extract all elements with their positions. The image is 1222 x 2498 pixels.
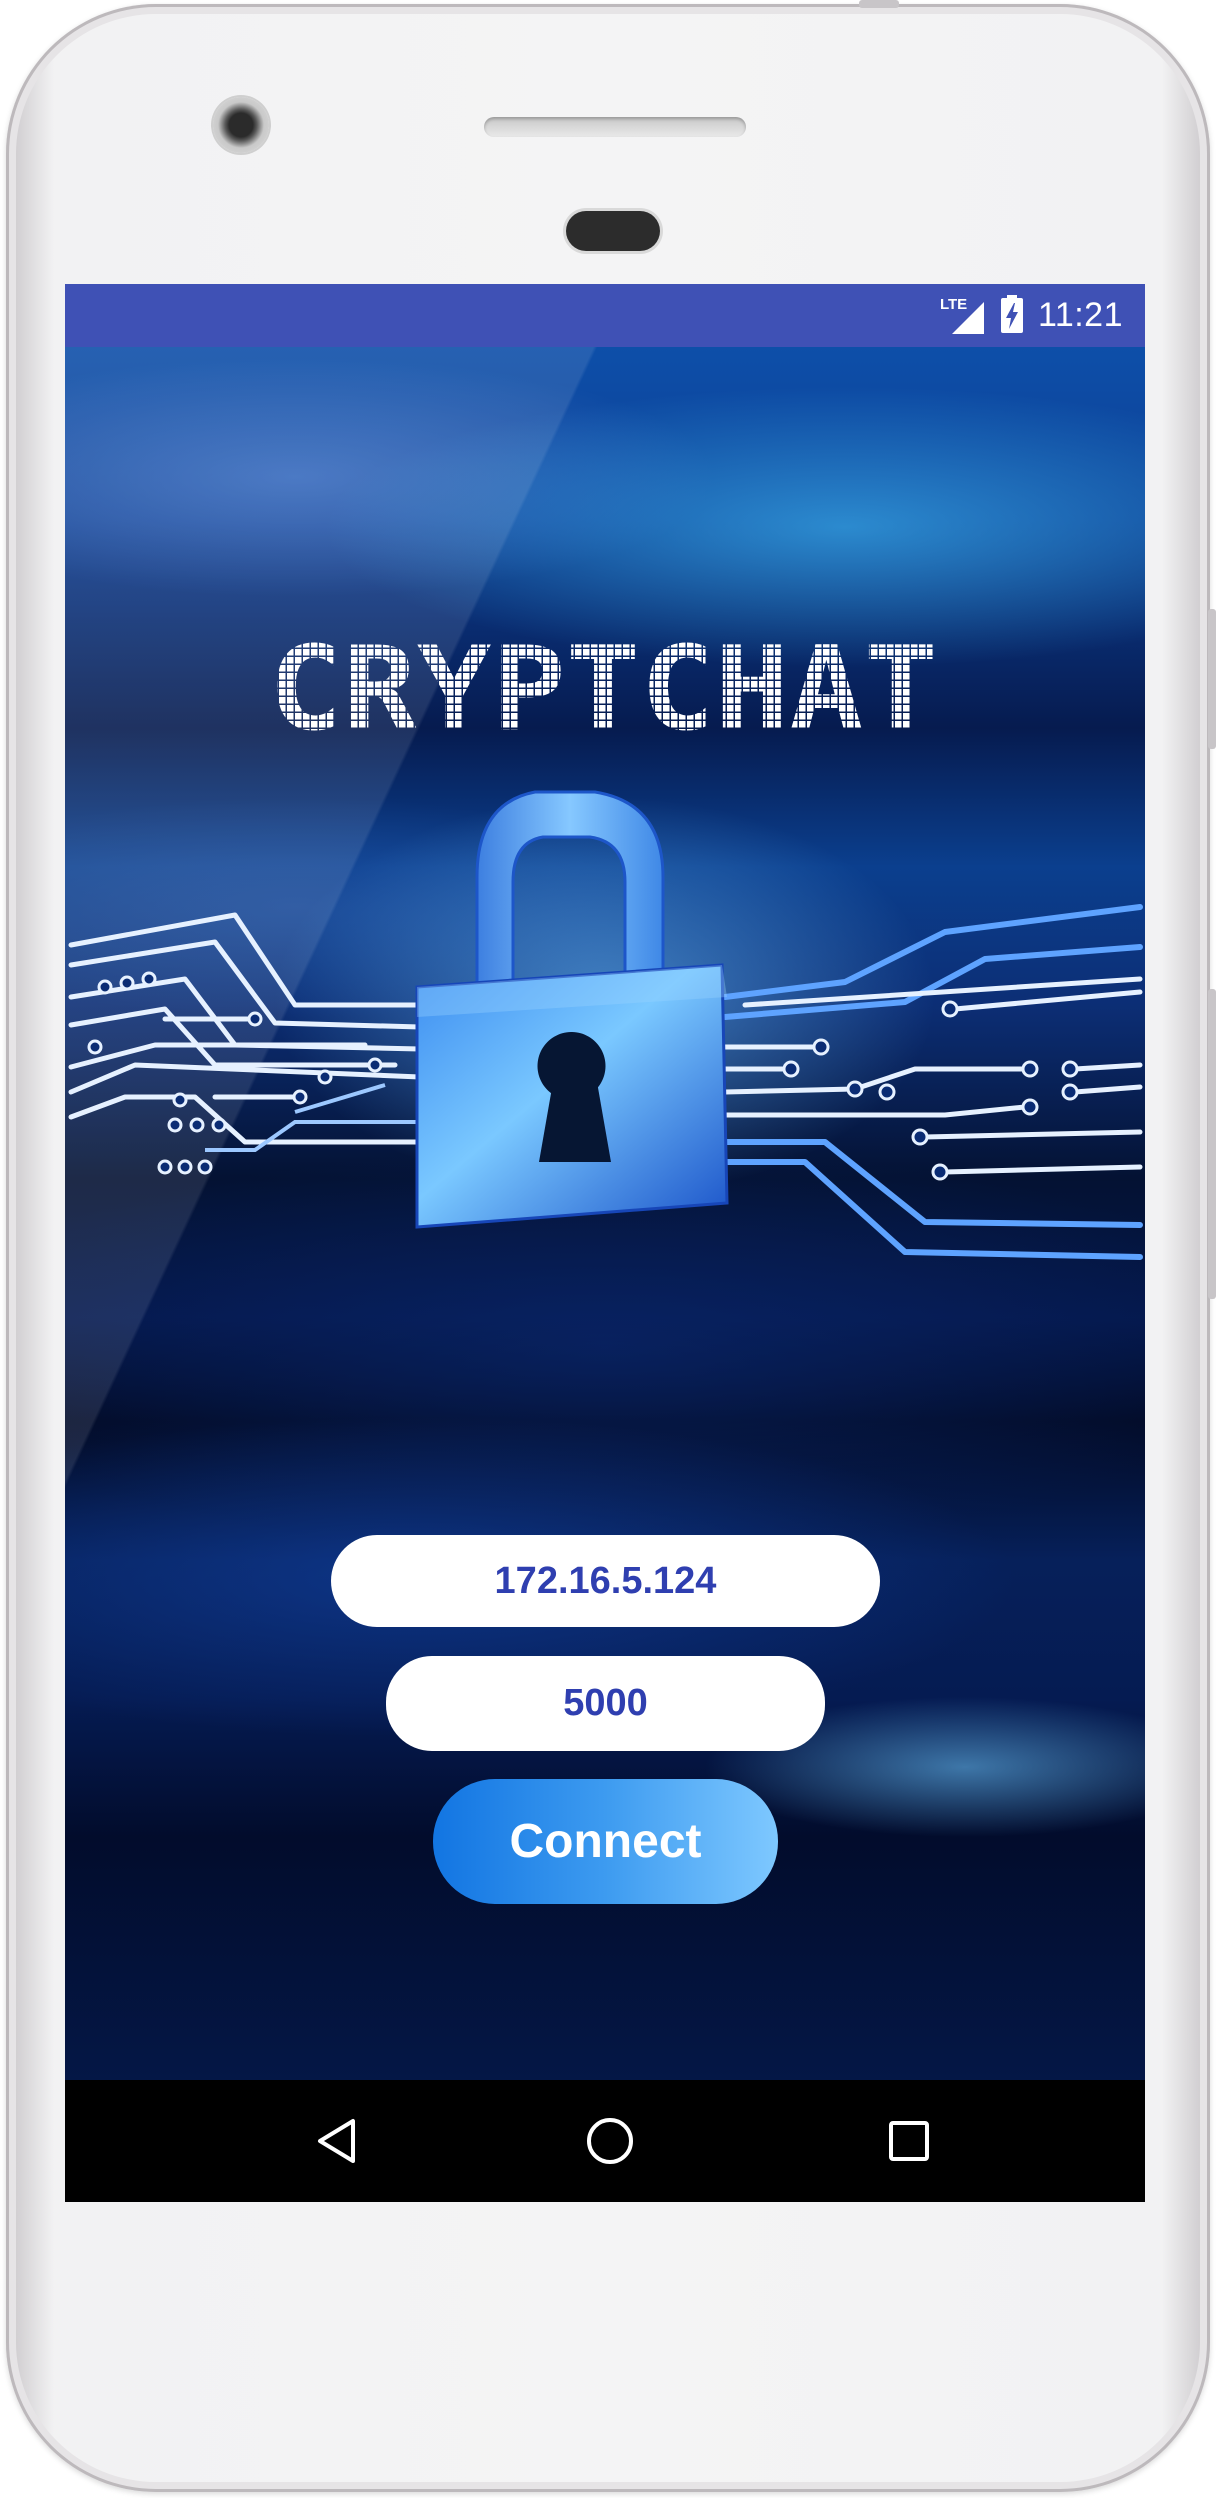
lte-signal-icon: LTE: [940, 296, 986, 336]
phone-screen: LTE 11:21 CRYPTCHAT 172.16.5.124 5000 Co…: [65, 284, 1145, 2202]
status-icons: LTE 11:21: [940, 284, 1123, 347]
status-time: 11:21: [1037, 296, 1123, 334]
navigation-bar: [65, 2080, 1145, 2202]
app-title-text: CRYPTCHAT: [268, 633, 938, 743]
recents-icon[interactable]: [879, 2111, 939, 2171]
front-camera: [213, 97, 269, 153]
status-bar: LTE 11:21: [65, 284, 1145, 347]
speaker-grille: [484, 117, 746, 137]
battery-charging-icon: [1000, 294, 1024, 338]
home-icon[interactable]: [580, 2111, 640, 2171]
proximity-sensor: [566, 211, 660, 251]
volume-button: [1208, 989, 1216, 1299]
top-edge-button: [859, 0, 899, 8]
app-title: CRYPTCHAT: [268, 633, 938, 743]
port-input[interactable]: 5000: [386, 1656, 825, 1751]
ip-address-input[interactable]: 172.16.5.124: [331, 1535, 880, 1627]
connect-button[interactable]: Connect: [433, 1779, 778, 1904]
back-icon[interactable]: [307, 2111, 367, 2171]
power-button: [1208, 609, 1216, 749]
app-content: CRYPTCHAT 172.16.5.124 5000 Connect: [65, 347, 1145, 2080]
padlock-circuit-icon: [68, 790, 1143, 1260]
